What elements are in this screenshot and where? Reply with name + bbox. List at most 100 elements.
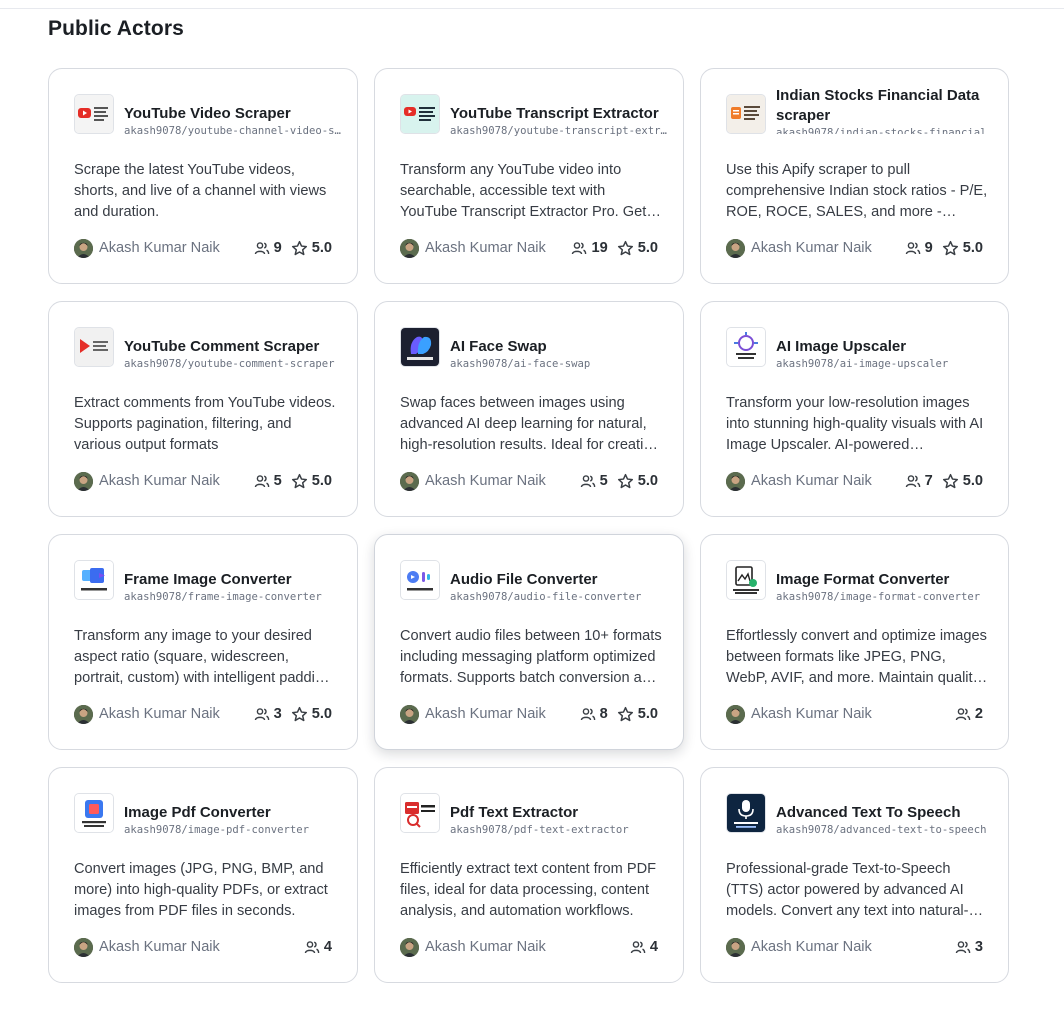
users-icon xyxy=(304,941,320,954)
actor-slug: akash9078/frame-image-converter xyxy=(124,590,322,603)
actor-slug: akash9078/image-pdf-converter xyxy=(124,823,309,836)
users-icon xyxy=(630,941,646,954)
users-stat: 5 xyxy=(254,473,282,489)
pdf-text-icon xyxy=(400,793,440,833)
users-icon xyxy=(905,242,920,255)
actor-title[interactable]: AI Image Upscaler xyxy=(776,337,994,357)
actor-card-youtube-video-scraper[interactable]: YouTube Video Scraper akash9078/youtube-… xyxy=(48,68,358,284)
actor-description: Swap faces between images using advanced… xyxy=(400,395,659,453)
actor-title[interactable]: Advanced Text To Speech xyxy=(776,803,994,823)
actor-card-image-format-converter[interactable]: Image Format Converter akash9078/image-f… xyxy=(700,534,1009,750)
users-stat: 4 xyxy=(630,939,658,955)
actor-card-youtube-transcript-extractor[interactable]: YouTube Transcript Extractor akash9078/y… xyxy=(374,68,684,284)
ai-face-swap-icon xyxy=(400,327,440,367)
author-avatar xyxy=(726,238,745,258)
author-name[interactable]: Akash Kumar Naik xyxy=(751,473,872,489)
actor-footer: Akash Kumar Naik 7 5.0 xyxy=(726,470,983,492)
author-avatar xyxy=(74,238,93,258)
actor-card-youtube-comment-scraper[interactable]: YouTube Comment Scraper akash9078/youtub… xyxy=(48,301,358,517)
author-name[interactable]: Akash Kumar Naik xyxy=(425,939,546,955)
author-avatar xyxy=(400,704,419,724)
users-stat: 19 xyxy=(571,240,608,256)
indian-stocks-icon xyxy=(726,94,766,134)
author-avatar xyxy=(74,704,93,724)
star-icon xyxy=(291,473,307,488)
actor-footer: Akash Kumar Naik 3 xyxy=(726,936,983,958)
author-name[interactable]: Akash Kumar Naik xyxy=(425,473,546,489)
actor-slug: akash9078/advanced-text-to-speech xyxy=(776,823,987,836)
author-avatar xyxy=(400,238,419,258)
actor-title[interactable]: Audio File Converter xyxy=(450,570,669,590)
actor-footer: Akash Kumar Naik 3 5.0 xyxy=(74,703,332,725)
author-avatar xyxy=(726,937,745,957)
users-icon xyxy=(955,708,971,721)
actor-title[interactable]: Image Format Converter xyxy=(776,570,994,590)
actor-title[interactable]: YouTube Video Scraper xyxy=(124,104,343,124)
actor-footer: Akash Kumar Naik 2 xyxy=(726,703,983,725)
actor-description: Efficiently extract text content from PD… xyxy=(400,861,657,919)
actor-description: Transform any YouTube video into searcha… xyxy=(400,162,647,220)
users-stat: 9 xyxy=(905,240,933,256)
actor-title[interactable]: YouTube Comment Scraper xyxy=(124,337,343,357)
youtube-transcript-icon xyxy=(400,94,440,134)
actor-title[interactable]: AI Face Swap xyxy=(450,337,669,357)
actor-card-audio-file-converter[interactable]: Audio File Converter akash9078/audio-fil… xyxy=(374,534,684,750)
rating-stat: 5.0 xyxy=(291,706,332,723)
rating-stat: 5.0 xyxy=(942,240,983,257)
actor-title[interactable]: Frame Image Converter xyxy=(124,570,343,590)
actor-card-advanced-text-to-speech[interactable]: Advanced Text To Speech akash9078/advanc… xyxy=(700,767,1009,983)
author-name[interactable]: Akash Kumar Naik xyxy=(751,939,872,955)
users-stat: 9 xyxy=(254,240,282,256)
star-icon xyxy=(617,706,633,721)
actor-title[interactable]: YouTube Transcript Extractor xyxy=(450,104,669,124)
actor-footer: Akash Kumar Naik 9 5.0 xyxy=(726,237,983,259)
users-stat: 5 xyxy=(580,473,608,489)
actor-card-ai-image-upscaler[interactable]: AI Image Upscaler akash9078/ai-image-ups… xyxy=(700,301,1009,517)
author-name[interactable]: Akash Kumar Naik xyxy=(751,706,872,722)
author-name[interactable]: Akash Kumar Naik xyxy=(425,240,546,256)
actor-slug: akash9078/indian-stocks-financial-data-s… xyxy=(776,127,994,134)
actors-grid: YouTube Video Scraper akash9078/youtube-… xyxy=(48,68,1009,983)
actor-slug: akash9078/image-format-converter xyxy=(776,590,981,603)
text-to-speech-icon xyxy=(726,793,766,833)
users-stat: 2 xyxy=(955,706,983,722)
author-avatar xyxy=(400,471,419,491)
author-avatar xyxy=(726,471,745,491)
users-icon xyxy=(254,475,269,488)
author-name[interactable]: Akash Kumar Naik xyxy=(751,240,872,256)
section-title: Public Actors xyxy=(48,17,184,40)
star-icon xyxy=(942,240,958,255)
rating-stat: 5.0 xyxy=(942,473,983,490)
actor-footer: Akash Kumar Naik 4 xyxy=(400,936,658,958)
actor-description: Transform any image to your desired aspe… xyxy=(74,628,332,686)
users-stat: 8 xyxy=(580,706,608,722)
actor-card-pdf-text-extractor[interactable]: Pdf Text Extractor akash9078/pdf-text-ex… xyxy=(374,767,684,983)
actor-footer: Akash Kumar Naik 19 5.0 xyxy=(400,237,658,259)
audio-converter-icon xyxy=(400,560,440,600)
actor-footer: Akash Kumar Naik 5 5.0 xyxy=(400,470,658,492)
author-name[interactable]: Akash Kumar Naik xyxy=(99,473,220,489)
author-avatar xyxy=(400,937,419,957)
star-icon xyxy=(617,240,633,255)
actor-card-indian-stocks[interactable]: Indian Stocks Financial Data scraper aka… xyxy=(700,68,1009,284)
actor-card-image-pdf-converter[interactable]: Image Pdf Converter akash9078/image-pdf-… xyxy=(48,767,358,983)
author-name[interactable]: Akash Kumar Naik xyxy=(99,240,220,256)
author-name[interactable]: Akash Kumar Naik xyxy=(99,706,220,722)
actor-description: Professional-grade Text-to-Speech (TTS) … xyxy=(726,861,969,919)
author-name[interactable]: Akash Kumar Naik xyxy=(99,939,220,955)
actor-title[interactable]: Image Pdf Converter xyxy=(124,803,343,823)
actor-description: Extract comments from YouTube videos. Su… xyxy=(74,395,336,453)
actor-description: Convert images (JPG, PNG, BMP, and more)… xyxy=(74,861,328,919)
actor-card-frame-image-converter[interactable]: Frame Image Converter akash9078/frame-im… xyxy=(48,534,358,750)
author-avatar xyxy=(726,704,745,724)
actor-title[interactable]: Indian Stocks Financial Data scraper xyxy=(776,86,994,126)
actor-slug: akash9078/pdf-text-extractor xyxy=(450,823,629,836)
actor-description: Convert audio files between 10+ formats … xyxy=(400,628,662,686)
actor-title[interactable]: Pdf Text Extractor xyxy=(450,803,669,823)
actor-card-ai-face-swap[interactable]: AI Face Swap akash9078/ai-face-swap Swap… xyxy=(374,301,684,517)
users-icon xyxy=(254,708,269,721)
users-icon xyxy=(254,242,269,255)
rating-stat: 5.0 xyxy=(291,240,332,257)
youtube-comment-icon xyxy=(74,327,114,367)
author-name[interactable]: Akash Kumar Naik xyxy=(425,706,546,722)
